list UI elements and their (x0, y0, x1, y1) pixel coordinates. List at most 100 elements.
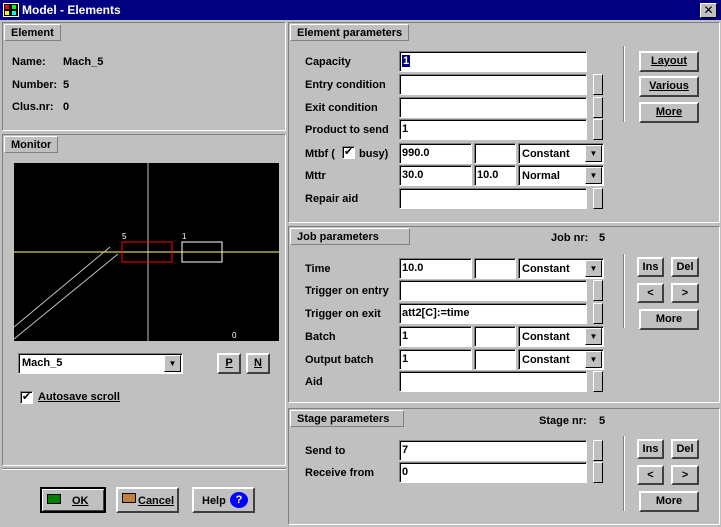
monitor-link-1 (14, 246, 111, 328)
capacity-label: Capacity (305, 56, 351, 68)
prev-element-button[interactable]: P (217, 353, 241, 374)
monitor-marker-left: 5 (122, 232, 127, 241)
trigger-exit-edit-button[interactable] (593, 303, 603, 324)
ok-button[interactable]: OK (40, 487, 106, 513)
stage-del-button[interactable]: Del (671, 439, 699, 459)
output-batch-label: Output batch (305, 354, 374, 366)
job-del-button[interactable]: Del (671, 257, 699, 277)
time-distribution-select[interactable]: Constant ▼ (518, 258, 604, 279)
time-value-field[interactable]: 10.0 (399, 258, 472, 279)
clus-value: 0 (63, 101, 70, 113)
aid-label: Aid (305, 376, 323, 388)
stage-next-button[interactable]: > (671, 465, 699, 485)
capacity-field[interactable]: 1 (399, 51, 587, 72)
exit-condition-label: Exit condition (305, 102, 378, 114)
monitor-canvas[interactable]: 5 1 0 (14, 163, 279, 341)
stage-params-heading: Stage parameters (290, 410, 404, 427)
mtbf-label: Mtbf ( (305, 148, 335, 160)
stage-prev-button[interactable]: < (637, 465, 664, 485)
stage-params-divider (623, 436, 625, 511)
busy-label: busy) (359, 148, 389, 160)
flag-icon (47, 494, 61, 504)
time-value2-field[interactable] (474, 258, 516, 279)
output-batch-distribution-select[interactable]: Constant ▼ (518, 349, 604, 370)
stage-more-button[interactable]: More (639, 491, 699, 512)
receive-from-field[interactable]: 0 (399, 462, 587, 483)
exit-condition-field[interactable] (399, 97, 587, 118)
monitor-select[interactable]: Mach_5 ▼ (18, 353, 183, 374)
send-to-field[interactable]: 7 (399, 440, 587, 461)
trigger-entry-edit-button[interactable] (593, 280, 603, 301)
name-value: Mach_5 (63, 56, 104, 68)
repair-aid-label: Repair aid (305, 193, 359, 205)
close-icon: ✕ (703, 3, 714, 17)
various-button[interactable]: Various (639, 76, 699, 97)
entry-condition-field[interactable] (399, 74, 587, 95)
entry-condition-label: Entry condition (305, 79, 386, 91)
chevron-down-icon[interactable]: ▼ (585, 328, 602, 345)
job-ins-button[interactable]: Ins (637, 257, 664, 277)
exit-condition-edit-button[interactable] (593, 97, 603, 118)
element-heading: Element (4, 24, 61, 41)
app-icon[interactable] (3, 3, 19, 17)
monitor-select-value: Mach_5 (22, 357, 63, 369)
trigger-entry-label: Trigger on entry (305, 285, 389, 297)
chevron-down-icon[interactable]: ▼ (585, 260, 602, 277)
product-to-send-edit-button[interactable] (593, 119, 603, 140)
autosave-checkbox[interactable]: ✔ (20, 391, 33, 404)
trigger-exit-field[interactable]: att2[C]:=time (399, 303, 587, 324)
stage-nr-value: 5 (599, 415, 606, 427)
monitor-heading: Monitor (4, 136, 59, 153)
element-params-divider (623, 46, 625, 122)
help-icon: ? (230, 492, 248, 508)
element-more-button[interactable]: More (639, 102, 699, 123)
job-more-button[interactable]: More (639, 309, 699, 330)
mtbf-distribution-select[interactable]: Constant ▼ (518, 143, 604, 164)
mtbf-value2-field[interactable] (474, 143, 516, 164)
batch-value-field[interactable]: 1 (399, 326, 472, 347)
number-label: Number: (12, 79, 58, 91)
busy-checkbox[interactable]: ✔ (342, 146, 355, 159)
job-prev-button[interactable]: < (637, 283, 664, 303)
chevron-down-icon[interactable]: ▼ (585, 145, 602, 162)
job-next-button[interactable]: > (671, 283, 699, 303)
stage-ins-button[interactable]: Ins (637, 439, 664, 459)
mttr-value-field[interactable]: 30.0 (399, 165, 472, 186)
job-params-divider (623, 254, 625, 328)
mttr-value2-field[interactable]: 10.0 (474, 165, 516, 186)
chevron-down-icon[interactable]: ▼ (164, 355, 181, 372)
chevron-down-icon[interactable]: ▼ (585, 167, 602, 184)
next-element-button[interactable]: N (246, 353, 270, 374)
close-button[interactable]: ✕ (700, 3, 717, 18)
output-batch-value-field[interactable]: 1 (399, 349, 472, 370)
aid-edit-button[interactable] (593, 371, 603, 392)
clus-label: Clus.nr: (12, 101, 54, 113)
entry-condition-edit-button[interactable] (593, 74, 603, 95)
trigger-exit-label: Trigger on exit (305, 308, 381, 320)
product-to-send-label: Product to send (305, 124, 389, 136)
cancel-button[interactable]: Cancel (116, 487, 179, 513)
product-to-send-field[interactable]: 1 (399, 119, 587, 140)
mttr-distribution-select[interactable]: Normal ▼ (518, 165, 604, 186)
layout-button[interactable]: Layout (639, 51, 699, 72)
batch-distribution-select[interactable]: Constant ▼ (518, 326, 604, 347)
monitor-link-2 (14, 253, 119, 340)
receive-from-edit-button[interactable] (593, 462, 603, 483)
receive-from-label: Receive from (305, 467, 375, 479)
aid-field[interactable] (399, 371, 587, 392)
output-batch-value2-field[interactable] (474, 349, 516, 370)
batch-value2-field[interactable] (474, 326, 516, 347)
send-to-label: Send to (305, 445, 346, 457)
autosave-label[interactable]: Autosave scroll (38, 391, 120, 403)
trigger-entry-field[interactable] (399, 280, 587, 301)
chevron-down-icon[interactable]: ▼ (585, 351, 602, 368)
element-params-heading: Element parameters (290, 24, 410, 41)
footer-divider (2, 468, 286, 470)
send-to-edit-button[interactable] (593, 440, 603, 461)
help-button[interactable]: Help ? (192, 487, 255, 513)
repair-aid-field[interactable] (399, 188, 587, 209)
repair-aid-edit-button[interactable] (593, 188, 603, 209)
mtbf-value-field[interactable]: 990.0 (399, 143, 472, 164)
cancel-icon (122, 493, 136, 503)
checkmark-icon: ✔ (21, 391, 32, 403)
